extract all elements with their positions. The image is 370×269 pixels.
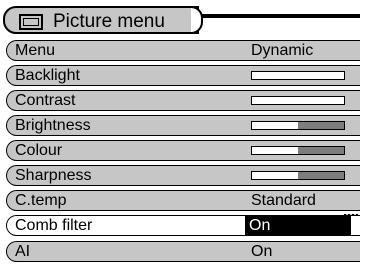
- row-value: Dynamic: [251, 42, 314, 59]
- menu-header: Picture menu: [0, 4, 360, 38]
- menu-row-ctemp[interactable]: C.temp Standard: [6, 190, 360, 211]
- menu-row-contrast[interactable]: Contrast: [6, 90, 360, 111]
- row-value: Standard: [251, 192, 316, 209]
- menu-row-menu[interactable]: Menu Dynamic: [6, 40, 360, 61]
- tv-screen-icon: [19, 14, 43, 30]
- menu-row-brightness[interactable]: Brightness: [6, 115, 360, 136]
- row-label: Sharpness: [15, 167, 92, 184]
- row-label: Contrast: [15, 92, 76, 109]
- menu-row-sharpness[interactable]: Sharpness: [6, 165, 360, 186]
- row-label: AI: [15, 243, 31, 260]
- brightness-slider[interactable]: [251, 121, 345, 130]
- picture-menu: Picture menu Menu Dynamic Backlight Cont…: [0, 0, 360, 269]
- menu-title: Picture menu: [53, 11, 165, 32]
- contrast-slider[interactable]: [251, 96, 345, 105]
- row-label: Menu: [15, 42, 56, 59]
- row-label: C.temp: [15, 192, 67, 209]
- title-tab-edge: [191, 6, 203, 34]
- row-label: Brightness: [15, 117, 91, 134]
- row-value-highlighted: On: [245, 216, 351, 235]
- sharpness-slider[interactable]: [251, 171, 345, 180]
- menu-row-ai[interactable]: AI On: [6, 241, 360, 262]
- header-divider: [201, 14, 360, 18]
- menu-title-tab: Picture menu: [3, 6, 199, 34]
- row-label: Comb filter: [15, 217, 93, 234]
- menu-row-colour[interactable]: Colour: [6, 140, 360, 161]
- colour-slider[interactable]: [251, 146, 345, 155]
- row-label: Colour: [15, 142, 63, 159]
- backlight-slider[interactable]: [251, 71, 345, 80]
- menu-row-comb-filter[interactable]: Comb filter On: [6, 215, 360, 236]
- menu-row-backlight[interactable]: Backlight: [6, 65, 360, 86]
- row-value: On: [251, 243, 273, 260]
- row-label: Backlight: [15, 67, 80, 84]
